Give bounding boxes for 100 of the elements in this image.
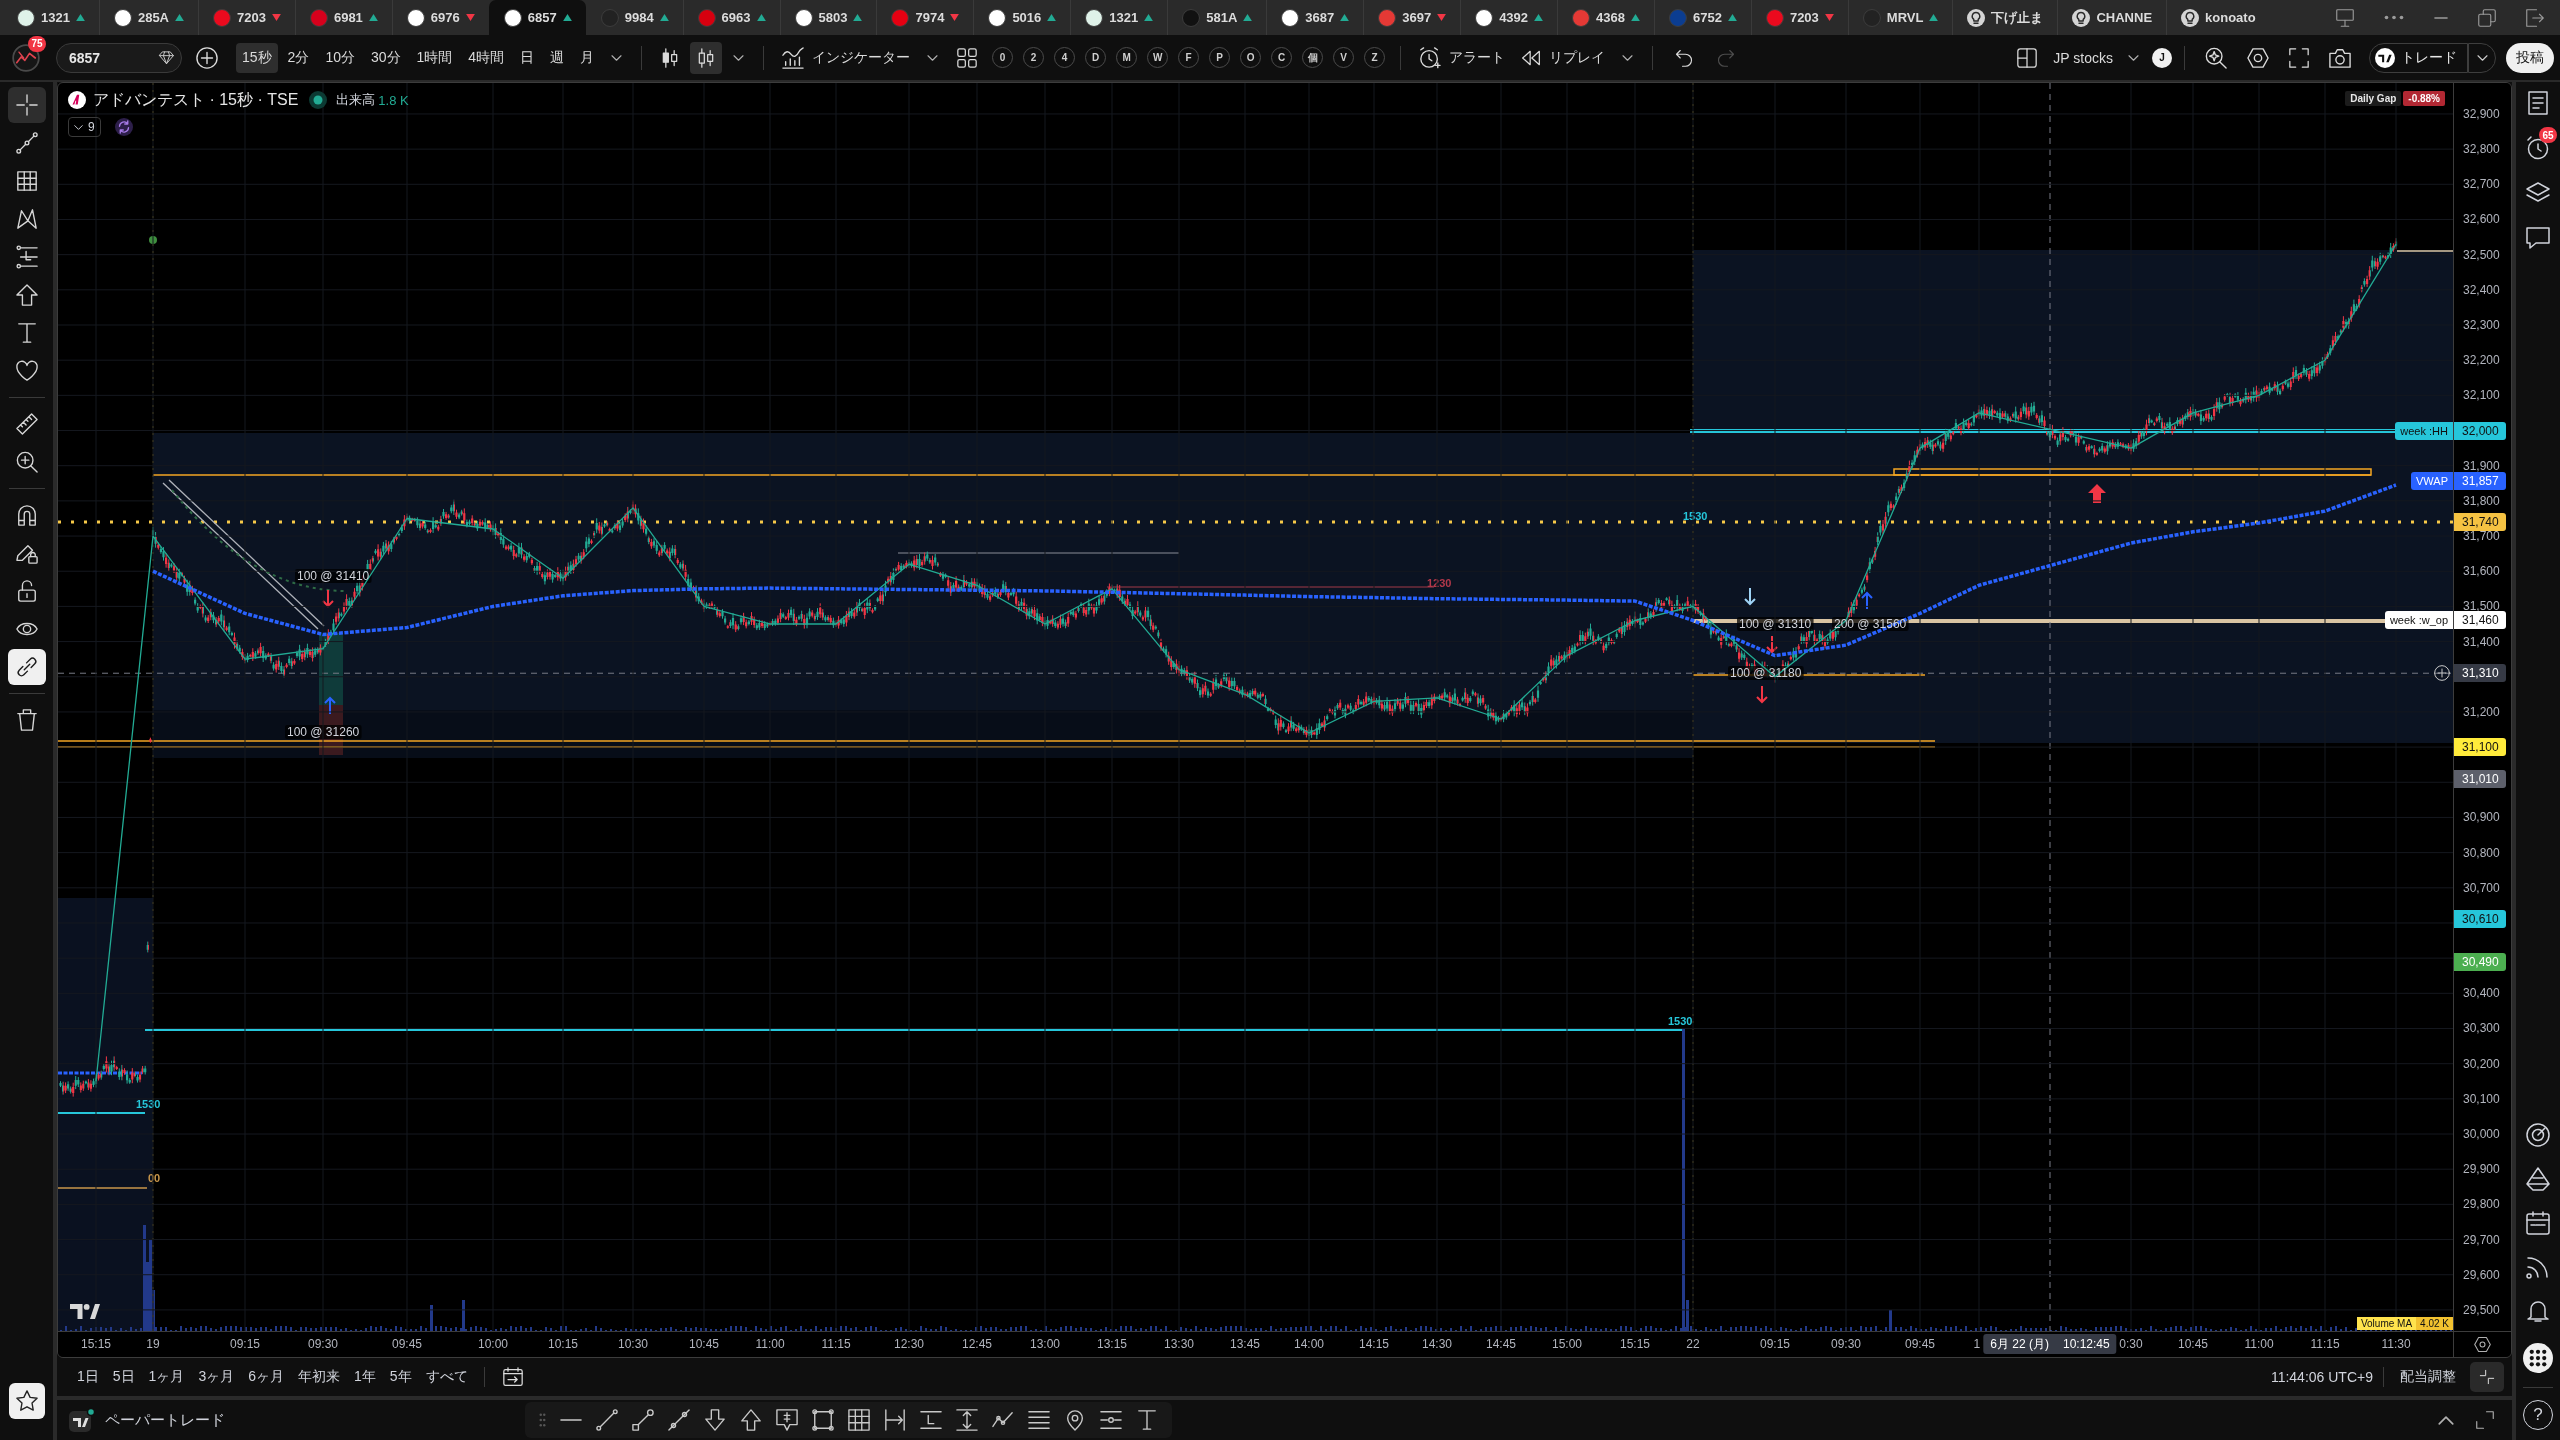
exit-icon[interactable] (2526, 8, 2544, 27)
alert-button[interactable]: アラート (1413, 41, 1512, 74)
range-button[interactable]: 6ヶ月 (242, 1364, 290, 1390)
time-label: 15:15 (1620, 1338, 1650, 1351)
account-button[interactable]: J (2152, 47, 2172, 68)
search-sparkle-icon[interactable] (2205, 46, 2227, 69)
symbol-tab[interactable]: 9984 (585, 0, 683, 35)
undo-icon[interactable] (1675, 48, 1694, 67)
target-icon[interactable] (2526, 1123, 2550, 1147)
symbol-tab[interactable]: 6857 (488, 0, 586, 35)
range-button[interactable]: 1年 (348, 1364, 382, 1390)
chevron-down-icon[interactable] (2128, 54, 2139, 61)
list-icon[interactable] (2526, 91, 2550, 115)
time-label: 0:30 (2119, 1338, 2143, 1351)
replay-button[interactable]: リプレイ (1515, 41, 1612, 74)
layers-icon[interactable] (2526, 181, 2550, 205)
drag-handle-icon[interactable] (539, 1413, 546, 1427)
time-label: 15:15 (81, 1338, 111, 1351)
plus-circle-icon[interactable] (196, 46, 218, 69)
crosshair-tool[interactable] (7, 87, 46, 123)
interval-button[interactable]: 10分 (319, 42, 361, 73)
range-button[interactable]: すべて (419, 1364, 474, 1390)
expand-icon[interactable] (2476, 1411, 2494, 1429)
level-tag: week :w_op (2384, 611, 2453, 630)
star-button[interactable] (8, 1383, 45, 1419)
text-icon[interactable] (1136, 1409, 1158, 1431)
range-button[interactable]: 年初来 (292, 1364, 346, 1390)
range-button[interactable]: 5日 (106, 1364, 141, 1390)
price-range-icon[interactable] (956, 1409, 978, 1431)
plus-circle-icon[interactable] (2434, 665, 2450, 682)
panel-tab[interactable]: ペーパートレード (95, 1405, 235, 1435)
monitor-icon[interactable] (2336, 8, 2354, 27)
pin-icon[interactable] (1064, 1409, 1086, 1431)
mountain-icon[interactable] (2526, 1167, 2550, 1191)
level-label: 1530 (1683, 510, 1708, 522)
chevron-up-icon[interactable] (2438, 1415, 2454, 1425)
interval-button[interactable]: 1時間 (410, 42, 459, 73)
rectangle-icon[interactable] (812, 1409, 834, 1431)
interval-button[interactable]: 月 (574, 42, 601, 73)
ray-icon[interactable] (632, 1409, 654, 1431)
interval-button[interactable]: 30分 (364, 42, 407, 73)
settings-icon[interactable] (2474, 1336, 2491, 1353)
segment-icon[interactable] (668, 1409, 690, 1431)
broadcast-icon[interactable] (2526, 1255, 2550, 1279)
layout-grid-icon[interactable] (957, 47, 978, 68)
grid-icon[interactable] (848, 1409, 870, 1431)
price-label: 32,500 (2463, 247, 2500, 262)
calendar-icon[interactable] (2526, 1211, 2550, 1235)
arrow-down-icon[interactable] (704, 1409, 726, 1431)
settings-icon[interactable] (2247, 46, 2269, 69)
minimize-icon[interactable] (2434, 16, 2448, 19)
apps-icon[interactable] (2523, 1343, 2553, 1373)
collapse-button[interactable]: 9 (68, 117, 101, 137)
more-icon[interactable] (2384, 15, 2404, 20)
fullscreen-icon[interactable] (2289, 47, 2309, 68)
symbol-search-field[interactable]: 6857 (56, 42, 182, 73)
interval-button[interactable]: 日 (514, 42, 541, 73)
indicators-button[interactable]: インジケーター (776, 41, 917, 74)
interval-button[interactable]: 4時間 (462, 42, 511, 73)
restore-icon[interactable] (2478, 8, 2496, 27)
position-icon[interactable] (920, 1409, 942, 1431)
timezone-clock[interactable]: 11:44:06 UTC+9 (2270, 1369, 2373, 1385)
range-button[interactable]: 5年 (383, 1364, 418, 1390)
price-note-icon[interactable] (776, 1409, 798, 1431)
range-button[interactable]: 1ヶ月 (142, 1364, 191, 1390)
publish-button[interactable]: 投稿 (2506, 42, 2554, 73)
link-toggle[interactable] (7, 649, 46, 685)
lines-icon[interactable] (1100, 1409, 1122, 1431)
chevron-down-icon[interactable] (1622, 54, 1634, 61)
chevron-down-icon[interactable] (733, 54, 745, 61)
gem-icon[interactable] (158, 50, 175, 65)
chevron-down-icon[interactable] (611, 54, 623, 61)
chevron-down-icon[interactable] (927, 54, 939, 61)
chart-title: アドバンテスト · 15秒 · TSE (93, 89, 299, 110)
price-label: 31,600 (2463, 564, 2500, 579)
range-button[interactable]: 3ヶ月 (192, 1364, 241, 1390)
price-label: 30,800 (2463, 845, 2500, 860)
parallel-lines-icon[interactable] (1028, 1409, 1050, 1431)
horizontal-line-icon[interactable] (560, 1416, 582, 1424)
adjustment-button[interactable]: 配当調整 (2394, 1364, 2462, 1390)
trend-line-icon[interactable] (596, 1409, 618, 1431)
sync-icon[interactable] (114, 118, 133, 136)
trend-line-icon (15, 132, 38, 154)
calendar-range-icon[interactable] (502, 1367, 523, 1387)
range-button[interactable]: 1日 (71, 1364, 105, 1390)
bell-icon[interactable] (2526, 1299, 2550, 1323)
layout-icon[interactable] (2017, 47, 2038, 68)
arrow-up-icon[interactable] (740, 1409, 762, 1431)
price-tag: 31,460 (2454, 611, 2506, 630)
interval-button[interactable]: 週 (544, 42, 571, 73)
interval-button[interactable]: 15秒 (236, 42, 278, 73)
interval-button[interactable]: 2分 (281, 42, 316, 73)
collapse-panel-button[interactable] (2470, 1362, 2504, 1392)
watchlist-button[interactable]: JP stocks (2049, 42, 2117, 73)
date-range-icon[interactable] (884, 1409, 906, 1431)
price-label: 32,300 (2463, 318, 2500, 332)
camera-icon[interactable] (2329, 46, 2351, 69)
symbol-tab[interactable]: 1321 (2, 0, 99, 35)
chat-icon[interactable] (2526, 226, 2550, 250)
chart-style-button[interactable] (690, 41, 723, 74)
